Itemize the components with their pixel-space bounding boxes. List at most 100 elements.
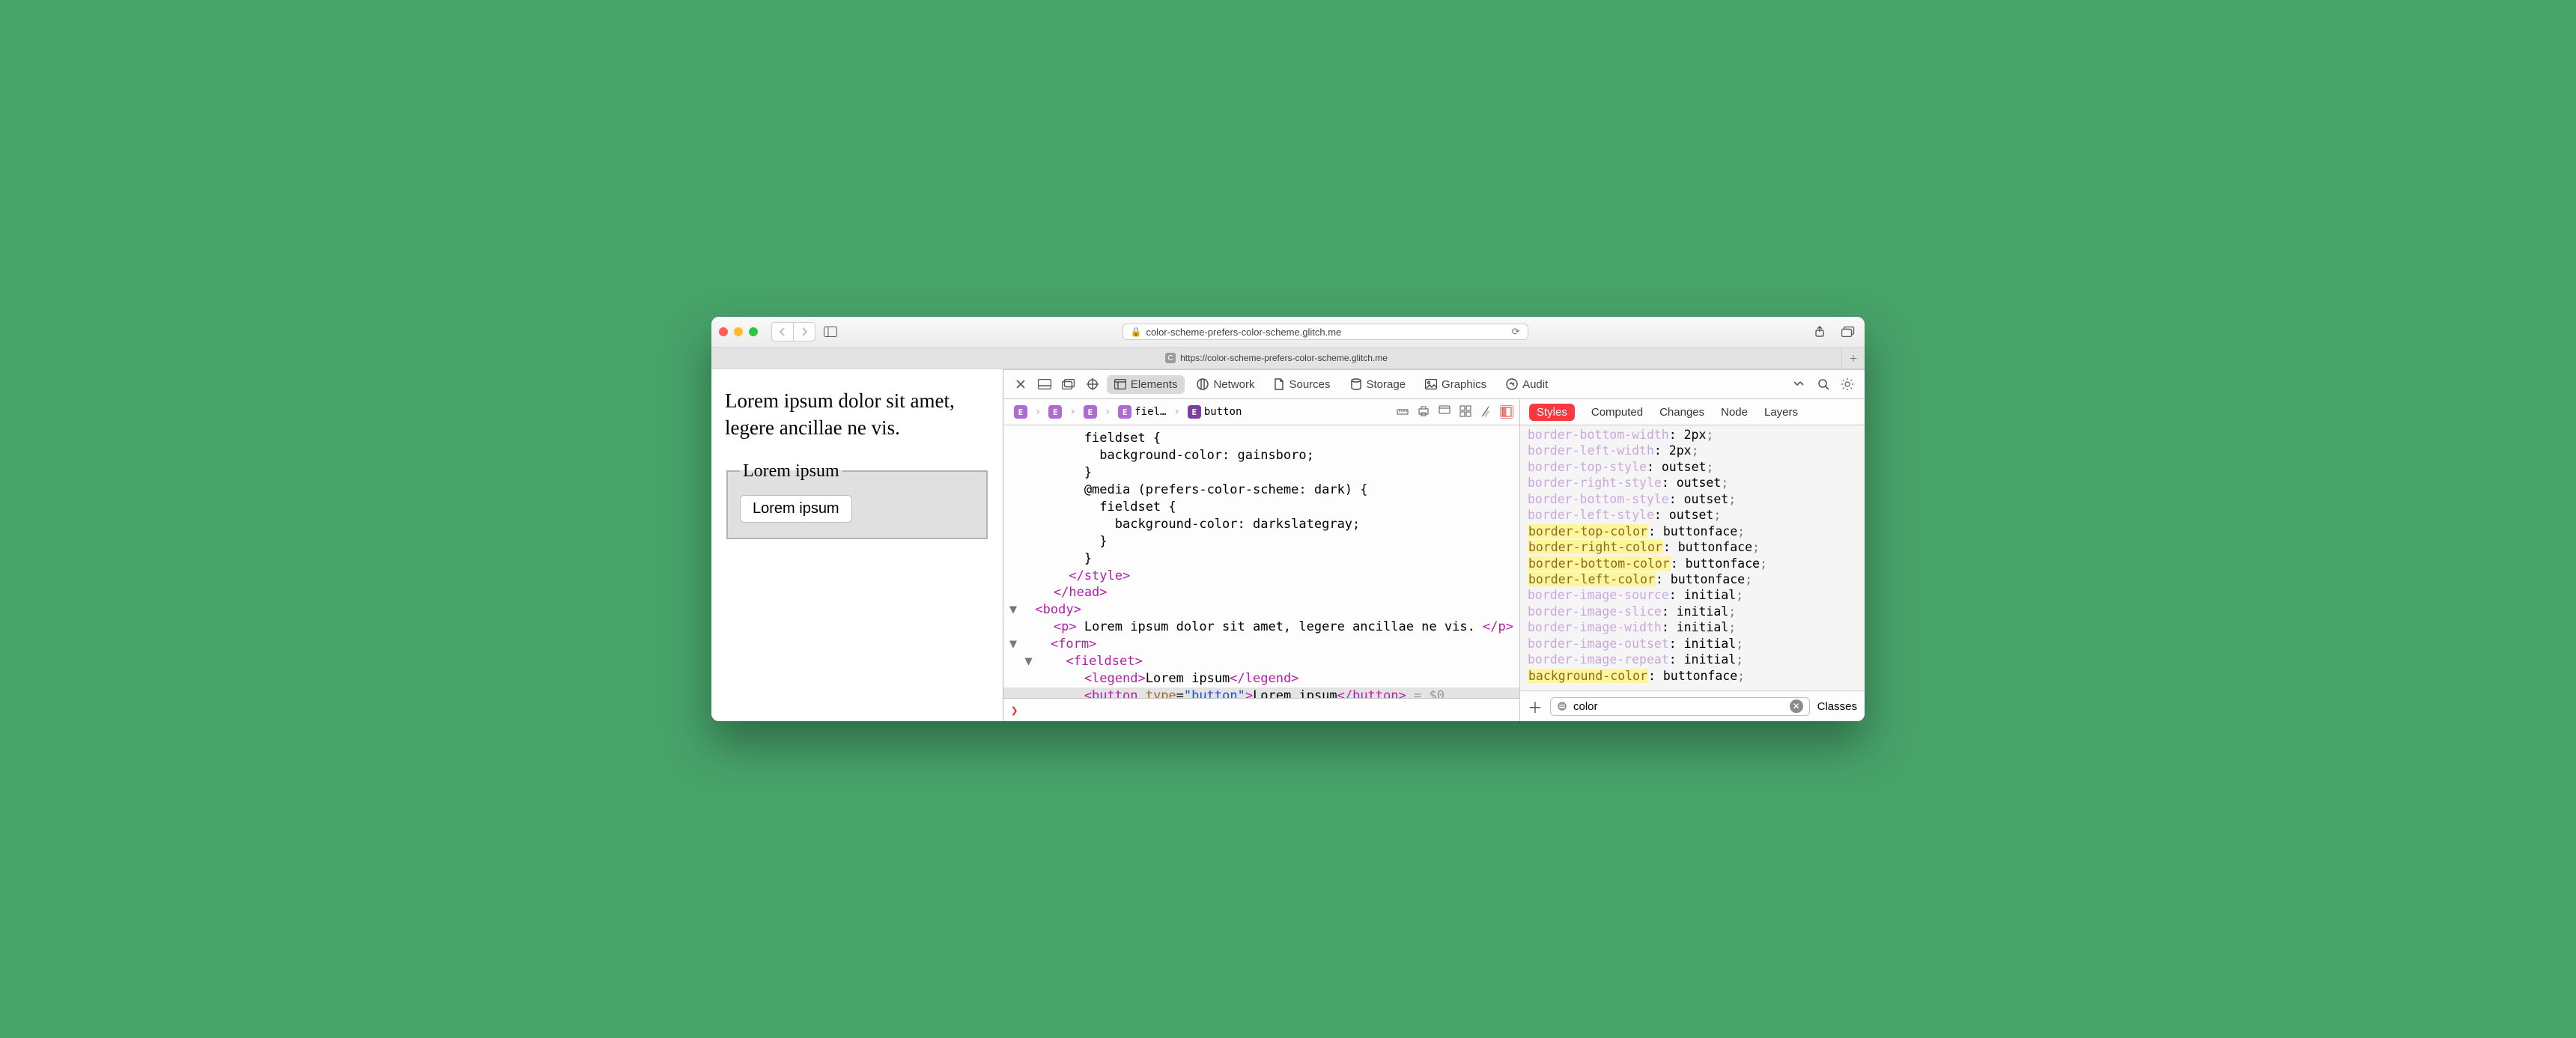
disclosure-triangle-icon[interactable]: ▼ — [1024, 653, 1035, 670]
css-rule-row[interactable]: border-image-width: initial; — [1528, 619, 1857, 635]
css-rule-row[interactable]: border-left-width: 2px; — [1528, 443, 1857, 458]
tab-changes[interactable]: Changes — [1659, 406, 1704, 419]
toolbar-right — [1811, 323, 1857, 341]
tab-audit[interactable]: Audit — [1498, 375, 1555, 394]
sidebar-toggle-icon[interactable] — [821, 323, 839, 341]
tab-storage[interactable]: Storage — [1343, 375, 1414, 394]
crumb-button[interactable]: Ebutton — [1183, 404, 1247, 420]
favicon-icon: C — [1165, 353, 1176, 363]
chevron-right-icon: › — [1033, 406, 1042, 418]
elements-tools — [1397, 405, 1513, 419]
minimize-window-icon[interactable] — [734, 327, 743, 336]
css-rule-row[interactable]: background-color: buttonface; — [1528, 668, 1857, 684]
tab-layers[interactable]: Layers — [1764, 406, 1798, 419]
css-rule-row[interactable]: border-image-source: initial; — [1528, 587, 1857, 603]
tab-title: https://color-scheme-prefers-color-schem… — [1180, 353, 1388, 363]
css-rule-row[interactable]: border-left-color: buttonface; — [1528, 571, 1857, 587]
css-rule-row[interactable]: border-image-outset: initial; — [1528, 636, 1857, 652]
traffic-lights — [719, 327, 758, 336]
elements-panel: E › E › E › Efiel… › Ebutton — [1003, 399, 1520, 721]
tabs-overview-icon[interactable] — [1839, 323, 1857, 341]
lock-icon: 🔒 — [1131, 327, 1142, 337]
css-rule-row[interactable]: border-image-slice: initial; — [1528, 604, 1857, 619]
chevron-right-icon: › — [1103, 406, 1112, 418]
crumb-fieldset[interactable]: Efiel… — [1114, 404, 1170, 420]
devtools-body: E › E › E › Efiel… › Ebutton — [1003, 399, 1865, 721]
address-bar[interactable]: 🔒 color-scheme-prefers-color-scheme.glit… — [1123, 324, 1528, 340]
filter-text[interactable] — [1572, 699, 1785, 714]
tab-strip: C https://color-scheme-prefers-color-sch… — [711, 347, 1865, 369]
css-rule-row[interactable]: border-bottom-color: buttonface; — [1528, 556, 1857, 571]
tab-node[interactable]: Node — [1721, 406, 1748, 419]
tab-sources[interactable]: Sources — [1266, 375, 1337, 394]
disclosure-triangle-icon[interactable]: ▼ — [1009, 601, 1020, 619]
compositing-borders-icon[interactable] — [1500, 405, 1513, 419]
share-icon[interactable] — [1811, 323, 1829, 341]
forward-icon[interactable] — [794, 323, 815, 341]
css-rule-row[interactable]: border-left-style: outset; — [1528, 507, 1857, 523]
devtools-toolbar: Elements Network Sources Storage Graphic… — [1003, 370, 1865, 399]
css-rule-row[interactable]: border-top-color: buttonface; — [1528, 523, 1857, 539]
overflow-icon[interactable] — [1790, 374, 1809, 394]
dom-tree[interactable]: fieldset { background-color: gainsboro; … — [1003, 425, 1519, 698]
css-rule-row[interactable]: border-right-style: outset; — [1528, 475, 1857, 491]
console-prompt[interactable]: ❯ — [1003, 698, 1519, 721]
dock-popout-icon[interactable] — [1059, 374, 1078, 394]
page-paragraph: Lorem ipsum dolor sit amet, legere ancil… — [725, 387, 989, 442]
grid-overlay-icon[interactable] — [1459, 405, 1471, 419]
filter-icon — [1557, 701, 1567, 711]
page-button[interactable]: Lorem ipsum — [740, 495, 852, 523]
devtools: Elements Network Sources Storage Graphic… — [1003, 369, 1865, 721]
styles-panel: Styles Computed Changes Node Layers bord… — [1520, 399, 1865, 721]
selected-dom-node[interactable]: <button type="button">Lorem ipsum</butto… — [1003, 688, 1519, 698]
css-rule-row[interactable]: border-bottom-width: 2px; — [1528, 427, 1857, 443]
title-bar: 🔒 color-scheme-prefers-color-scheme.glit… — [711, 317, 1865, 347]
dock-bottom-icon[interactable] — [1035, 374, 1054, 394]
crumb-body[interactable]: E — [1044, 404, 1066, 420]
back-icon[interactable] — [772, 323, 794, 341]
tab-network[interactable]: Network — [1189, 375, 1262, 394]
tab-computed[interactable]: Computed — [1591, 406, 1643, 419]
styles-tab-bar: Styles Computed Changes Node Layers — [1520, 399, 1865, 425]
crumb-html[interactable]: E — [1009, 404, 1032, 420]
page-fieldset: Lorem ipsum Lorem ipsum — [726, 461, 988, 539]
chevron-right-icon: › — [1068, 406, 1077, 418]
address-bar-wrap: 🔒 color-scheme-prefers-color-scheme.glit… — [883, 324, 1767, 340]
tab-styles[interactable]: Styles — [1529, 404, 1575, 421]
close-window-icon[interactable] — [719, 327, 728, 336]
rulers-icon[interactable] — [1397, 405, 1409, 419]
content-split: Lorem ipsum dolor sit amet, legere ancil… — [711, 369, 1865, 721]
clear-filter-icon[interactable]: ✕ — [1790, 699, 1803, 713]
chevron-right-icon: › — [1172, 406, 1181, 418]
css-rule-row[interactable]: border-bottom-style: outset; — [1528, 491, 1857, 507]
nav-back-forward — [771, 322, 815, 342]
browser-window: 🔒 color-scheme-prefers-color-scheme.glit… — [711, 317, 1865, 721]
url-text: color-scheme-prefers-color-scheme.glitch… — [1146, 327, 1341, 338]
close-devtools-icon[interactable] — [1011, 374, 1030, 394]
tab-elements[interactable]: Elements — [1107, 375, 1185, 394]
print-emulation-icon[interactable] — [1418, 405, 1430, 419]
classes-toggle[interactable]: Classes — [1817, 700, 1857, 713]
tab-graphics[interactable]: Graphics — [1418, 375, 1494, 394]
page-legend: Lorem ipsum — [740, 461, 842, 482]
device-emulation-icon[interactable] — [1439, 405, 1450, 419]
crumb-form[interactable]: E — [1079, 404, 1102, 420]
search-icon[interactable] — [1814, 374, 1833, 394]
inspect-icon[interactable] — [1083, 374, 1102, 394]
disclosure-triangle-icon[interactable]: ▼ — [1009, 636, 1020, 653]
dom-breadcrumb: E › E › E › Efiel… › Ebutton — [1003, 399, 1519, 425]
css-rule-row[interactable]: border-top-style: outset; — [1528, 459, 1857, 475]
fullscreen-window-icon[interactable] — [749, 327, 758, 336]
reload-icon[interactable]: ⟳ — [1512, 326, 1520, 338]
css-rules-list[interactable]: border-bottom-width: 2px;border-left-wid… — [1520, 425, 1865, 691]
styles-filter-row: ＋ ✕ Classes — [1520, 691, 1865, 721]
css-rule-row[interactable]: border-right-color: buttonface; — [1528, 539, 1857, 555]
new-tab-button[interactable]: ＋ — [1842, 347, 1865, 368]
styles-filter-input[interactable]: ✕ — [1550, 697, 1810, 716]
browser-tab[interactable]: C https://color-scheme-prefers-color-sch… — [711, 347, 1842, 368]
rendered-page: Lorem ipsum dolor sit amet, legere ancil… — [711, 369, 1003, 721]
css-rule-row[interactable]: border-image-repeat: initial; — [1528, 652, 1857, 667]
paint-flashing-icon[interactable] — [1480, 405, 1491, 419]
settings-gear-icon[interactable] — [1838, 374, 1857, 394]
new-rule-icon[interactable]: ＋ — [1528, 696, 1543, 717]
